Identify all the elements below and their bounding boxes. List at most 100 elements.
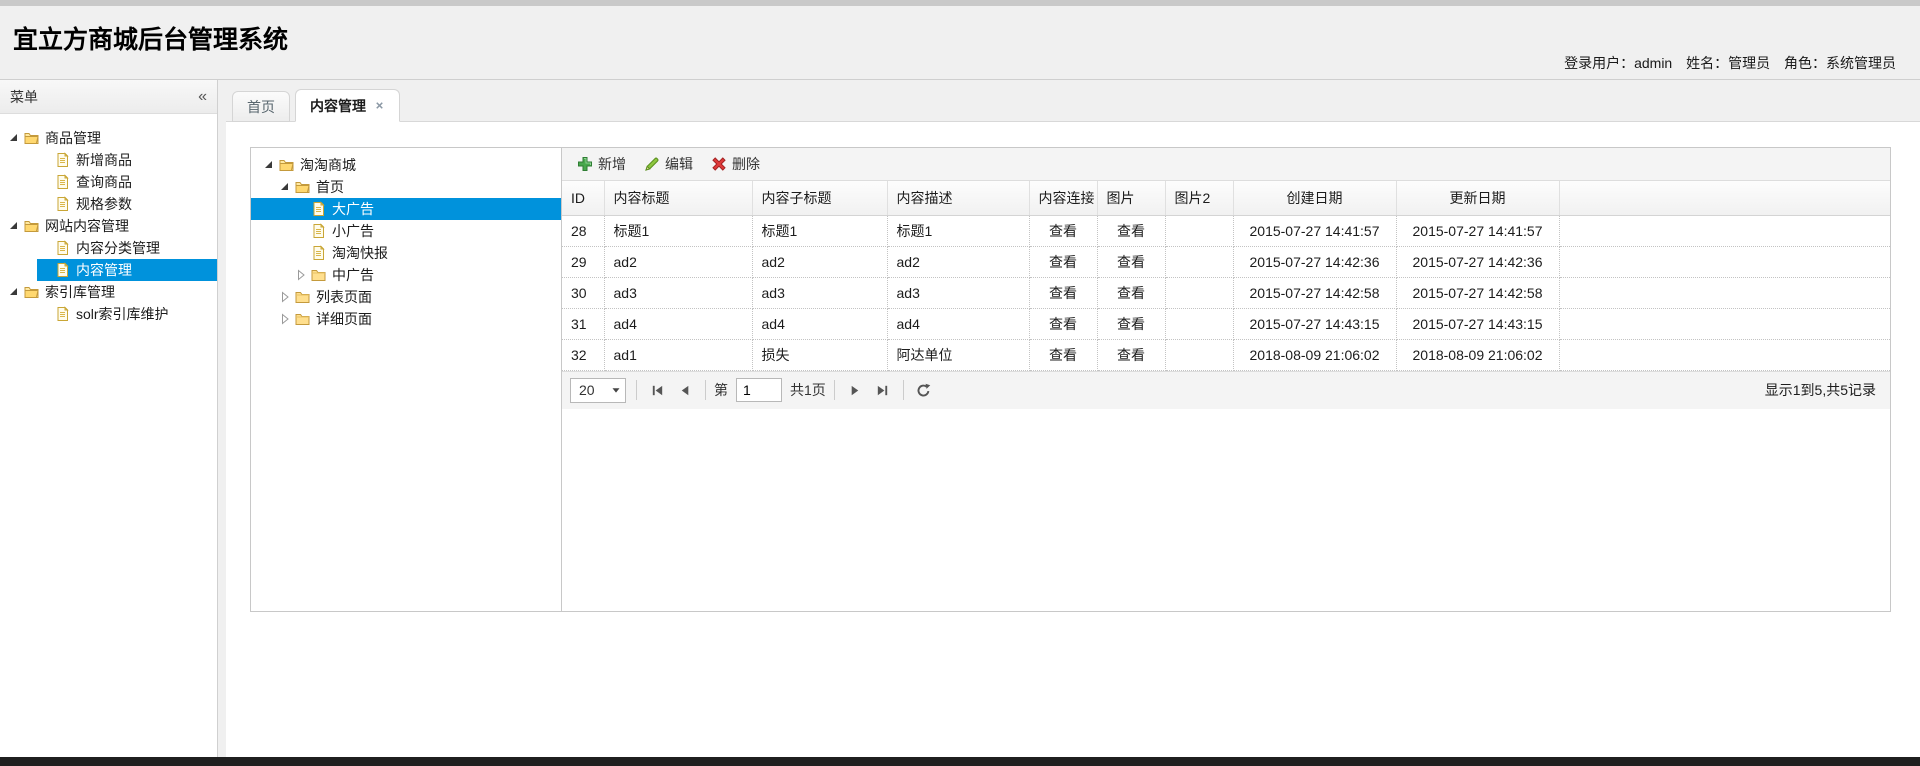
refresh-button[interactable]	[910, 377, 938, 403]
cell-desc: ad4	[887, 308, 1029, 339]
view-link[interactable]: 查看	[1029, 246, 1097, 277]
add-button[interactable]: 新增	[568, 151, 635, 177]
folder-open-icon	[23, 130, 40, 146]
ctree-node-list-page[interactable]: 列表页面	[251, 286, 561, 308]
cell-created: 2018-08-09 21:06:02	[1233, 339, 1396, 370]
view-link[interactable]: 查看	[1029, 215, 1097, 246]
view-link[interactable]: 查看	[1029, 308, 1097, 339]
view-pic-link[interactable]: 查看	[1097, 246, 1165, 277]
col-updated: 更新日期	[1396, 181, 1559, 215]
folder-open-icon	[23, 218, 40, 234]
sidebar-node-query-product[interactable]: 查询商品	[0, 171, 217, 193]
delete-button[interactable]: 删除	[702, 151, 769, 177]
sidebar-node-site-content-mgmt[interactable]: 网站内容管理	[0, 215, 217, 237]
sidebar-node-solr-maintain[interactable]: solr索引库维护	[0, 303, 217, 325]
file-icon	[54, 240, 71, 256]
cell-created: 2015-07-27 14:42:58	[1233, 277, 1396, 308]
view-pic-link[interactable]: 查看	[1097, 308, 1165, 339]
user-role-value: 系统管理员	[1826, 55, 1896, 71]
tree-expanded-icon[interactable]	[6, 284, 22, 300]
cell-pic2	[1165, 277, 1233, 308]
tree-node-label: solr索引库维护	[73, 304, 172, 324]
tree-node-label: 内容分类管理	[73, 238, 163, 258]
tree-collapsed-icon[interactable]	[293, 267, 309, 283]
grid-header-row: ID 内容标题 内容子标题 内容描述 内容连接 图片 图片2 创建日期 更新日期	[562, 181, 1890, 215]
sidebar-header: 菜单 «	[0, 80, 217, 114]
page-number-input[interactable]	[736, 378, 782, 402]
pager-first-button[interactable]	[643, 377, 671, 403]
view-pic-link[interactable]: 查看	[1097, 339, 1165, 370]
tree-node-label: 首页	[313, 177, 347, 197]
cell-subtitle: 标题1	[752, 215, 887, 246]
file-icon	[310, 245, 327, 261]
tree-expanded-icon[interactable]	[6, 218, 22, 234]
tree-collapsed-icon[interactable]	[277, 289, 293, 305]
ctree-node-taotao-mall[interactable]: 淘淘商城	[251, 154, 561, 176]
page-size-select[interactable]: 20	[570, 378, 626, 403]
table-row[interactable]: 31 ad4 ad4 ad4 查看 查看 2015-07-27 14:43:15…	[562, 308, 1890, 339]
col-desc: 内容描述	[887, 181, 1029, 215]
cell-desc: 阿达单位	[887, 339, 1029, 370]
main-layout: 菜单 « 商品管理 新增商品 查询商品 规格参数	[0, 80, 1920, 757]
tree-node-label: 淘淘商城	[297, 155, 359, 175]
sidebar-node-add-product[interactable]: 新增商品	[0, 149, 217, 171]
table-row[interactable]: 30 ad3 ad3 ad3 查看 查看 2015-07-27 14:42:58…	[562, 277, 1890, 308]
cell-filler	[1559, 215, 1890, 246]
data-grid: ID 内容标题 内容子标题 内容描述 内容连接 图片 图片2 创建日期 更新日期	[562, 181, 1890, 371]
main-region: 首页 内容管理 淘淘商城 首页	[226, 80, 1920, 757]
tree-expanded-icon[interactable]	[6, 130, 22, 146]
cell-id: 32	[562, 339, 604, 370]
tab-content-mgmt[interactable]: 内容管理	[295, 89, 400, 122]
ctree-node-small-ad[interactable]: 小广告	[251, 220, 561, 242]
pager-next-button[interactable]	[841, 377, 869, 403]
tree-node-label: 淘淘快报	[329, 243, 391, 263]
content-datagrid: 新增 编辑 删除	[562, 148, 1890, 611]
view-pic-link[interactable]: 查看	[1097, 215, 1165, 246]
view-link[interactable]: 查看	[1029, 277, 1097, 308]
tab-label: 首页	[247, 97, 275, 117]
tree-expanded-icon[interactable]	[261, 157, 277, 173]
cell-subtitle: 损失	[752, 339, 887, 370]
tree-node-label: 列表页面	[313, 287, 375, 307]
sidebar-node-index-mgmt[interactable]: 索引库管理	[0, 281, 217, 303]
ctree-node-big-ad[interactable]: 大广告	[251, 198, 561, 220]
ctree-node-taotao-express[interactable]: 淘淘快报	[251, 242, 561, 264]
grid-pagination: 20 第 共1页	[562, 371, 1890, 409]
sidebar-node-product-mgmt[interactable]: 商品管理	[0, 127, 217, 149]
ctree-node-mid-ad[interactable]: 中广告	[251, 264, 561, 286]
table-row[interactable]: 29 ad2 ad2 ad2 查看 查看 2015-07-27 14:42:36…	[562, 246, 1890, 277]
file-icon	[54, 152, 71, 168]
tree-collapsed-icon[interactable]	[277, 311, 293, 327]
ctree-node-home[interactable]: 首页	[251, 176, 561, 198]
table-row[interactable]: 28 标题1 标题1 标题1 查看 查看 2015-07-27 14:41:57…	[562, 215, 1890, 246]
selected-tree-node[interactable]: 内容管理	[37, 259, 217, 281]
sidebar-collapse-icon[interactable]: «	[198, 89, 207, 105]
file-icon	[310, 223, 327, 239]
grid-empty-area	[562, 409, 1890, 612]
pager-prev-button[interactable]	[671, 377, 699, 403]
layout-splitter[interactable]	[218, 80, 226, 757]
edit-icon	[644, 156, 660, 172]
tab-bar: 首页 内容管理	[226, 80, 1920, 122]
delete-icon	[711, 156, 727, 172]
pager-last-button[interactable]	[869, 377, 897, 403]
cell-filler	[1559, 246, 1890, 277]
app-header: 宜立方商城后台管理系统 登录用户：admin 姓名：管理员 角色：系统管理员	[0, 6, 1920, 80]
table-row[interactable]: 32 ad1 损失 阿达单位 查看 查看 2018-08-09 21:06:02…	[562, 339, 1890, 370]
view-pic-link[interactable]: 查看	[1097, 277, 1165, 308]
tree-node-label: 详细页面	[313, 309, 375, 329]
cell-title: ad1	[604, 339, 752, 370]
sidebar-node-content-category-mgmt[interactable]: 内容分类管理	[0, 237, 217, 259]
view-link[interactable]: 查看	[1029, 339, 1097, 370]
tab-close-icon[interactable]	[374, 100, 385, 111]
user-info: 登录用户：admin 姓名：管理员 角色：系统管理员	[1564, 53, 1906, 73]
sidebar-node-content-mgmt[interactable]: 内容管理	[0, 259, 217, 281]
edit-button[interactable]: 编辑	[635, 151, 702, 177]
tab-home[interactable]: 首页	[232, 91, 290, 122]
tree-expanded-icon[interactable]	[277, 179, 293, 195]
ctree-node-detail-page[interactable]: 详细页面	[251, 308, 561, 330]
page-label-after: 共1页	[790, 380, 826, 400]
sidebar-node-spec-params[interactable]: 规格参数	[0, 193, 217, 215]
window-bottom-edge	[0, 757, 1920, 766]
page-label-before: 第	[714, 380, 728, 400]
